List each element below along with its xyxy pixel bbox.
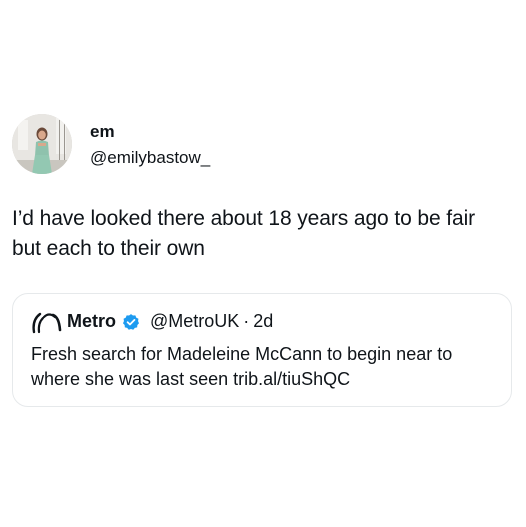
quoted-tweet-header: Metro @MetroUK · 2d: [31, 308, 273, 334]
quoted-tweet-text: Fresh search for Madeleine McCann to beg…: [31, 342, 501, 392]
tweet-author: em @emilybastow_: [90, 119, 210, 169]
separator-dot: ·: [243, 311, 250, 331]
tweet-text-line: I’d have looked there about 18 years ago…: [12, 207, 476, 230]
avatar[interactable]: [12, 114, 72, 174]
timestamp[interactable]: 2d: [253, 309, 273, 333]
tweet-text-line: but each to their own: [12, 237, 205, 260]
quoted-text-line: Fresh search for Madeleine McCann to beg…: [31, 344, 453, 364]
user-handle[interactable]: @emilybastow_: [90, 147, 210, 169]
metro-logo-icon: [31, 308, 63, 334]
profile-photo-icon: [12, 114, 72, 174]
tweet-header: em @emilybastow_: [12, 114, 210, 174]
display-name[interactable]: em: [90, 121, 210, 143]
quoted-display-name[interactable]: Metro: [67, 309, 116, 333]
verified-badge-icon: [122, 313, 140, 331]
tweet-text: I’d have looked there about 18 years ago…: [12, 204, 512, 264]
quoted-tweet-card[interactable]: Metro @MetroUK · 2d Fresh search for Mad…: [12, 293, 512, 407]
quoted-text-line: where she was last seen trib.al/tiuShQC: [31, 369, 351, 389]
quoted-user-handle[interactable]: @MetroUK: [150, 309, 239, 333]
